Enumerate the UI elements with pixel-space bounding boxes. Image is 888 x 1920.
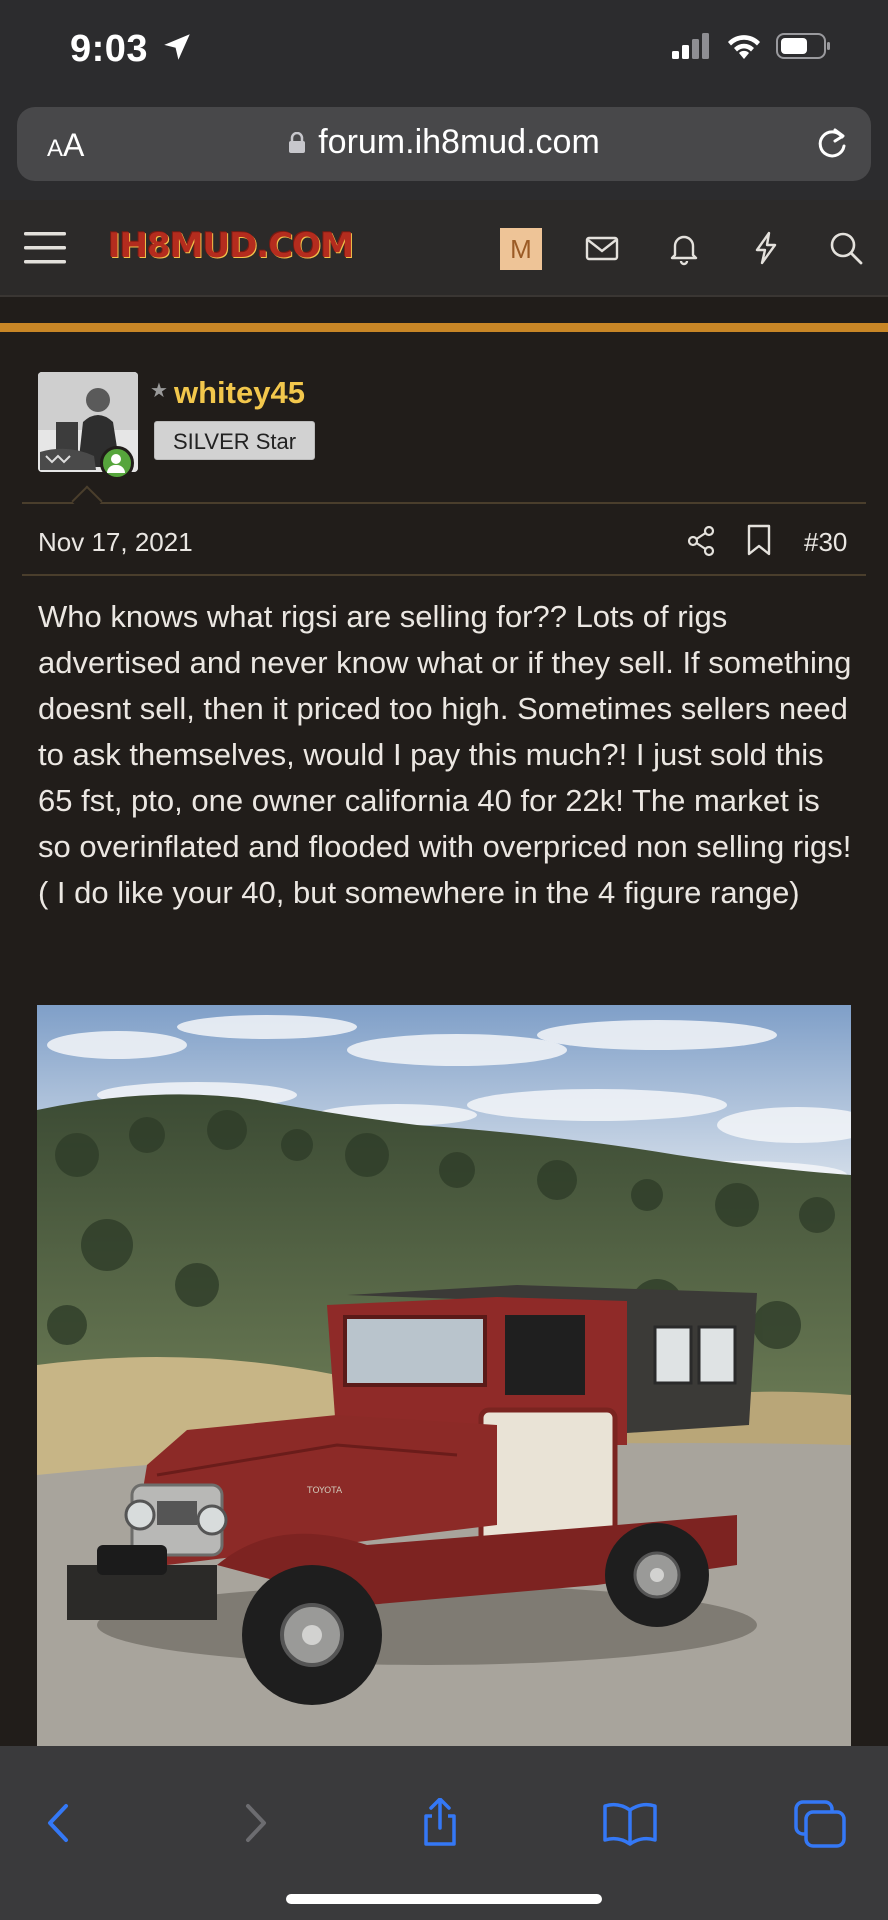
site-logo[interactable]: IH8MUD.COM [108, 226, 354, 266]
lock-icon [289, 132, 306, 153]
envelope-icon[interactable] [584, 230, 620, 266]
status-bar: 9:03 [0, 0, 888, 100]
forward-icon[interactable] [224, 1798, 284, 1848]
star-icon: ★ [150, 380, 168, 402]
site-header: IH8MUD.COM M [0, 200, 888, 297]
post-body-text: Who knows what rigsi are selling for?? L… [38, 599, 852, 910]
browser-address-area: AA forum.ih8mud.com [0, 100, 888, 200]
user-title-badge: SILVER Star [154, 421, 316, 460]
share-sheet-icon[interactable] [410, 1798, 470, 1848]
battery-icon [776, 33, 830, 59]
address-bar[interactable]: AA forum.ih8mud.com [17, 107, 871, 181]
user-avatar[interactable]: M [500, 228, 542, 270]
post-username[interactable]: whitey45 [174, 375, 305, 411]
post-divider-bottom [22, 574, 866, 576]
url-text: forum.ih8mud.com [318, 123, 600, 161]
post-attached-photo[interactable]: TOYOTA [37, 1005, 851, 1746]
tabs-icon[interactable] [790, 1798, 850, 1848]
post-number-link[interactable]: #30 [804, 527, 847, 558]
url-display[interactable]: forum.ih8mud.com [17, 123, 871, 162]
bell-icon[interactable] [666, 230, 702, 266]
toyota-badge: TOYOTA [306, 1486, 343, 1496]
bookmark-icon[interactable] [746, 524, 772, 556]
wifi-icon [728, 35, 760, 59]
cellular-signal-icon [672, 33, 709, 59]
post-divider-top [22, 502, 866, 504]
post-date[interactable]: Nov 17, 2021 [38, 527, 193, 558]
reload-icon[interactable] [813, 125, 851, 163]
location-arrow-icon [164, 34, 190, 60]
status-time: 9:03 [70, 28, 149, 70]
browser-bottom-toolbar [0, 1746, 888, 1920]
share-icon[interactable] [686, 525, 716, 557]
hamburger-menu-icon[interactable] [24, 230, 66, 266]
land-cruiser-photo: TOYOTA [37, 1005, 851, 1746]
bookmarks-icon[interactable] [600, 1798, 660, 1848]
home-indicator[interactable] [286, 1894, 602, 1904]
back-icon[interactable] [30, 1798, 90, 1848]
accent-divider [0, 323, 888, 332]
status-icons [672, 32, 832, 60]
lightning-icon[interactable] [748, 230, 784, 266]
search-icon[interactable] [828, 230, 864, 266]
online-status-icon [100, 446, 134, 480]
post-divider-caret [71, 485, 103, 517]
